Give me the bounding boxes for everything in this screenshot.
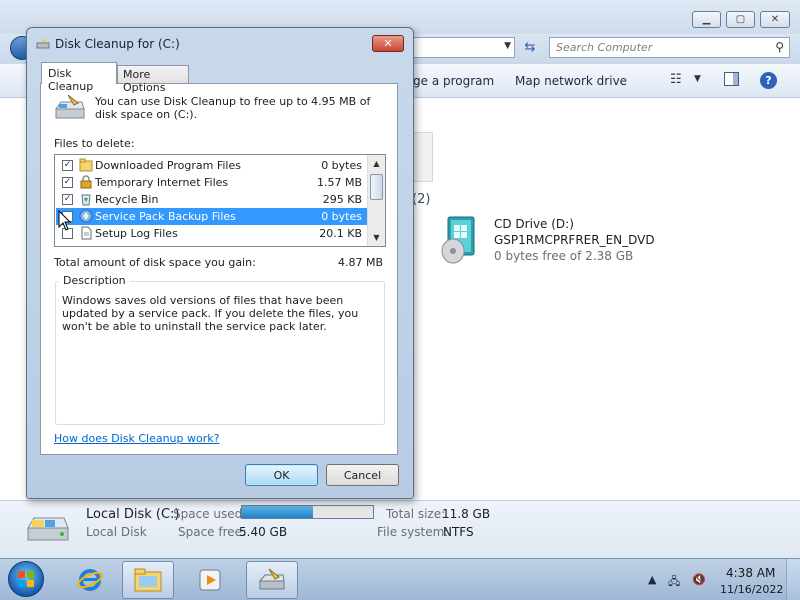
- cd-drive-name[interactable]: CD Drive (D:): [494, 217, 574, 231]
- address-dropdown-icon[interactable]: ▼: [504, 41, 511, 51]
- mouse-cursor-icon: [58, 210, 72, 231]
- refresh-icon[interactable]: ⇆: [516, 37, 544, 58]
- taskbar-disk-cleanup[interactable]: [246, 561, 298, 599]
- list-item[interactable]: ✓ Downloaded Program Files 0 bytes: [56, 157, 369, 174]
- space-free-label: Space free:: [178, 525, 247, 539]
- disk-cleanup-icon: [55, 95, 85, 119]
- dialog-title: Disk Cleanup for (C:): [55, 37, 180, 51]
- list-item[interactable]: Setup Log Files 20.1 KB: [56, 225, 369, 242]
- files-to-delete-list[interactable]: ✓ Downloaded Program Files 0 bytes ✓ Tem…: [54, 154, 386, 247]
- search-placeholder: Search Computer: [556, 41, 653, 54]
- capacity-bar: [241, 505, 374, 519]
- scroll-up-icon[interactable]: ▲: [368, 156, 385, 171]
- minimize-button[interactable]: ▁: [692, 11, 721, 28]
- local-disk-icon: [27, 517, 69, 541]
- taskbar-media-player[interactable]: [184, 561, 236, 599]
- cd-drive-icon[interactable]: [440, 215, 482, 265]
- checkbox[interactable]: ✓: [62, 160, 73, 171]
- total-size-label: Total size:: [386, 507, 446, 521]
- document-icon: [81, 226, 92, 240]
- checkbox[interactable]: ✓: [62, 177, 73, 188]
- change-view-icon[interactable]: ☷: [670, 72, 682, 87]
- description-text: Windows saves old versions of files that…: [62, 294, 359, 333]
- file-size: 20.1 KB: [319, 227, 362, 240]
- show-desktop-button[interactable]: [786, 559, 800, 600]
- checkbox[interactable]: ✓: [62, 194, 73, 205]
- file-name: Downloaded Program Files: [95, 159, 241, 172]
- drive-tile-partial: [411, 132, 433, 182]
- taskbar-explorer[interactable]: [122, 561, 174, 599]
- list-item[interactable]: ✓ Temporary Internet Files 1.57 MB: [56, 174, 369, 191]
- tab-disk-cleanup[interactable]: Disk Cleanup: [41, 62, 117, 93]
- help-link[interactable]: How does Disk Cleanup work?: [54, 432, 219, 445]
- windows-logo-icon: [18, 571, 34, 587]
- service-pack-icon: [79, 209, 93, 223]
- drive-name: Local Disk (C:): [86, 507, 180, 522]
- disk-cleanup-title-icon: [36, 37, 50, 49]
- media-player-icon: [199, 569, 221, 591]
- total-space-value: 4.87 MB: [338, 256, 384, 269]
- network-icon[interactable]: 🖧: [668, 573, 680, 592]
- total-size-value: 11.8 GB: [442, 507, 491, 521]
- scrollbar-thumb[interactable]: [370, 174, 383, 200]
- clock-time[interactable]: 4:38 AM: [726, 566, 775, 580]
- file-size: 1.57 MB: [316, 176, 362, 189]
- show-hidden-icons[interactable]: ▲: [648, 573, 656, 586]
- list-item-selected[interactable]: Service Pack Backup Files 0 bytes: [56, 208, 369, 225]
- capacity-fill: [242, 506, 313, 518]
- cd-drive-free-space: 0 bytes free of 2.38 GB: [494, 249, 634, 263]
- maximize-button[interactable]: ▢: [726, 11, 755, 28]
- map-network-drive-button[interactable]: Map network drive: [515, 74, 627, 88]
- file-name: Temporary Internet Files: [95, 176, 229, 189]
- file-system-value: NTFS: [443, 525, 474, 539]
- preview-pane-icon[interactable]: [724, 72, 739, 86]
- search-input[interactable]: Search Computer ⚲: [549, 37, 790, 58]
- dialog-close-button[interactable]: ✕: [372, 35, 404, 52]
- scroll-down-icon[interactable]: ▼: [368, 230, 385, 245]
- file-name: Recycle Bin: [95, 193, 159, 206]
- drive-type: Local Disk: [86, 525, 147, 539]
- intro-text: You can use Disk Cleanup to free up to 4…: [95, 95, 371, 121]
- uninstall-program-button[interactable]: ge a program: [413, 74, 494, 88]
- cancel-button[interactable]: Cancel: [326, 464, 399, 486]
- search-icon[interactable]: ⚲: [775, 40, 784, 54]
- disk-cleanup-icon: [258, 568, 285, 590]
- file-name: Service Pack Backup Files: [95, 210, 236, 223]
- list-item[interactable]: ✓ Recycle Bin 295 KB: [56, 191, 369, 208]
- total-space-label: Total amount of disk space you gain:: [54, 256, 256, 269]
- group-count: (2): [412, 192, 431, 207]
- explorer-close-button[interactable]: ✕: [760, 11, 790, 28]
- files-to-delete-label: Files to delete:: [54, 137, 135, 150]
- volume-muted-icon[interactable]: 🔇: [692, 573, 706, 586]
- tab-more-options[interactable]: More Options: [117, 65, 189, 94]
- file-name: Setup Log Files: [95, 227, 178, 240]
- taskbar-internet-explorer[interactable]: [64, 561, 116, 599]
- chevron-down-icon[interactable]: ▼: [694, 74, 701, 84]
- address-bar[interactable]: ▼: [400, 37, 515, 58]
- space-free-value: 5.40 GB: [239, 525, 288, 539]
- cd-drive-label: GSP1RMCPRFRER_EN_DVD: [494, 233, 655, 247]
- recycle-bin-icon: [81, 194, 91, 206]
- file-size: 295 KB: [322, 193, 362, 206]
- help-icon[interactable]: ?: [760, 72, 777, 89]
- start-button[interactable]: [8, 561, 44, 597]
- clock-date[interactable]: 11/16/2022: [720, 583, 783, 596]
- description-legend: Description: [59, 274, 130, 287]
- file-size: 0 bytes: [321, 210, 362, 223]
- ok-button[interactable]: OK: [245, 464, 318, 486]
- space-used-label: Space used:: [173, 507, 247, 521]
- file-size: 0 bytes: [321, 159, 362, 172]
- internet-explorer-icon: [77, 569, 103, 591]
- folder-icon: [134, 568, 162, 592]
- list-scrollbar[interactable]: ▲ ▼: [367, 155, 385, 246]
- file-system-label: File system:: [377, 525, 449, 539]
- folder-icon: [79, 158, 93, 172]
- lock-icon: [80, 175, 92, 189]
